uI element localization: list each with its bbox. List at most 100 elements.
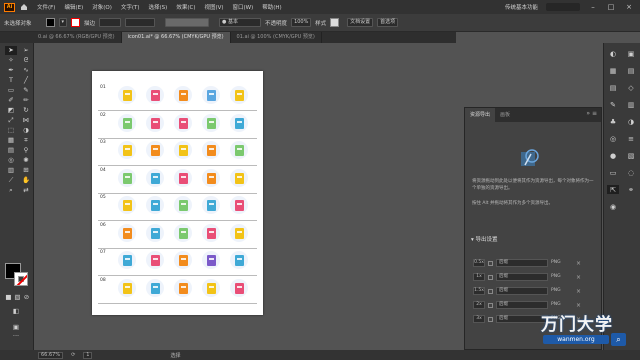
- format-dropdown[interactable]: PNG: [551, 301, 573, 309]
- fill-swatch[interactable]: [45, 18, 55, 27]
- stroke-label[interactable]: 描边: [84, 19, 95, 27]
- libraries-icon[interactable]: ▤: [625, 66, 637, 75]
- appearance-icon[interactable]: ●: [607, 151, 619, 160]
- app-icon[interactable]: [230, 141, 248, 159]
- app-icon[interactable]: [146, 86, 164, 104]
- color-panel-icon[interactable]: ◐: [607, 49, 619, 58]
- toggle-fill-stroke-icon[interactable]: ⇄: [20, 186, 32, 195]
- panel-menu-icon[interactable]: » ≡: [586, 110, 597, 117]
- eraser-icon[interactable]: ◩: [5, 106, 17, 115]
- suffix-input[interactable]: 后缀: [496, 301, 548, 309]
- app-icon[interactable]: [146, 168, 164, 187]
- app-icon[interactable]: [202, 251, 220, 269]
- maximize-icon[interactable]: □: [606, 2, 616, 12]
- menu-object[interactable]: 对象(O): [92, 3, 112, 11]
- suffix-checkbox[interactable]: [488, 316, 493, 322]
- asset-export-icon[interactable]: ⇱: [607, 185, 619, 194]
- style-label[interactable]: 样式: [315, 19, 326, 27]
- app-icon[interactable]: [230, 86, 248, 104]
- scale-dropdown[interactable]: 0.5x: [473, 259, 485, 267]
- screen-mode-icon[interactable]: ▣: [10, 323, 22, 332]
- scale-dropdown[interactable]: 3x: [473, 315, 485, 323]
- app-icon[interactable]: [202, 141, 220, 159]
- stroke-weight-dropdown[interactable]: [99, 18, 122, 27]
- shaper-tool-icon[interactable]: ✐: [5, 96, 17, 105]
- mesh-tool-icon[interactable]: ⌗: [20, 136, 32, 145]
- artboard-tool-icon[interactable]: ⊞: [20, 166, 32, 175]
- app-icon[interactable]: [230, 251, 248, 269]
- app-icon[interactable]: [202, 168, 220, 187]
- scale-tool-icon[interactable]: ⤢: [5, 116, 17, 125]
- properties-icon[interactable]: ▣: [625, 49, 637, 58]
- color-icon[interactable]: ■: [5, 293, 12, 302]
- width-tool-icon[interactable]: ⋈: [20, 116, 32, 125]
- more-tools-icon[interactable]: ···: [10, 332, 22, 341]
- app-icon[interactable]: [118, 141, 136, 159]
- stroke-icon[interactable]: ≡: [625, 134, 637, 143]
- app-icon[interactable]: [230, 196, 248, 214]
- home-icon[interactable]: [19, 2, 29, 12]
- suffix-input[interactable]: 后缀: [496, 287, 548, 295]
- transparency-icon[interactable]: ◌: [625, 168, 637, 177]
- app-icon[interactable]: [230, 113, 248, 132]
- remove-row-icon[interactable]: ×: [576, 288, 581, 295]
- tab-document-3[interactable]: 01.ai @ 100% (CMYK/GPU 预览): [231, 32, 322, 43]
- format-dropdown[interactable]: PNG: [551, 287, 573, 295]
- style-dropdown[interactable]: ● 基本: [219, 18, 262, 27]
- rotate-view-icon[interactable]: ⟳: [71, 352, 75, 358]
- suffix-checkbox[interactable]: [488, 274, 493, 280]
- symbol-sprayer-icon[interactable]: ✺: [20, 156, 32, 165]
- free-transform-icon[interactable]: ⬚: [5, 126, 17, 135]
- perspective-grid-icon[interactable]: ▦: [5, 136, 17, 145]
- scale-dropdown[interactable]: 1x: [473, 273, 485, 281]
- app-icon[interactable]: [230, 168, 248, 187]
- suffix-checkbox[interactable]: [488, 260, 493, 266]
- app-icon[interactable]: [174, 141, 192, 159]
- layers-icon[interactable]: ▭: [607, 168, 619, 177]
- app-icon[interactable]: [146, 141, 164, 159]
- app-icon[interactable]: [202, 86, 220, 104]
- pen-tool-icon[interactable]: ✒: [5, 66, 17, 75]
- gradient-icon[interactable]: ▧: [14, 293, 21, 302]
- symbols-icon[interactable]: ♣: [607, 117, 619, 126]
- graphic-style-swatch[interactable]: [330, 18, 340, 27]
- artboard-number[interactable]: 1: [83, 351, 93, 359]
- suffix-checkbox[interactable]: [488, 302, 493, 308]
- slice-tool-icon[interactable]: ⟋: [5, 176, 17, 185]
- zoom-level[interactable]: 66.67%: [38, 351, 64, 359]
- type-tool-icon[interactable]: T: [5, 76, 17, 85]
- app-icon[interactable]: [146, 113, 164, 132]
- menu-view[interactable]: 视图(V): [204, 3, 223, 11]
- stroke-color-box[interactable]: [14, 272, 28, 286]
- prefs-button[interactable]: 首选项: [377, 18, 399, 27]
- scale-dropdown[interactable]: 1.5x: [473, 287, 485, 295]
- app-icon[interactable]: [174, 113, 192, 132]
- graph-tool-icon[interactable]: ▥: [5, 166, 17, 175]
- app-icon[interactable]: [174, 168, 192, 187]
- graphic-styles-icon[interactable]: ◎: [607, 134, 619, 143]
- app-icon[interactable]: [118, 168, 136, 187]
- swatches-icon[interactable]: ▤: [607, 83, 619, 92]
- brush-dropdown[interactable]: [165, 18, 210, 27]
- zoom-tool-icon[interactable]: ⌕: [5, 186, 17, 195]
- curvature-tool-icon[interactable]: ∿: [20, 66, 32, 75]
- direct-selection-tool-icon[interactable]: ➢: [20, 46, 32, 55]
- brushes-icon[interactable]: ✎: [607, 100, 619, 109]
- transform-icon[interactable]: ◇: [625, 83, 637, 92]
- app-icon[interactable]: [202, 196, 220, 214]
- app-icon[interactable]: [174, 223, 192, 242]
- minimize-icon[interactable]: –: [588, 2, 598, 12]
- artboards-icon[interactable]: ◉: [607, 202, 619, 211]
- magic-wand-icon[interactable]: ✧: [5, 56, 17, 65]
- app-icon[interactable]: [146, 278, 164, 297]
- app-icon[interactable]: [118, 278, 136, 297]
- pencil-icon[interactable]: ✏: [20, 96, 32, 105]
- tab-asset-export[interactable]: 资源导出: [465, 108, 496, 122]
- app-icon[interactable]: [174, 251, 192, 269]
- pathfinder-icon[interactable]: ◑: [625, 117, 637, 126]
- workspace-switcher[interactable]: 传统基本功能: [505, 3, 538, 11]
- menu-edit[interactable]: 编辑(E): [64, 3, 83, 11]
- menu-effect[interactable]: 效果(C): [176, 3, 195, 11]
- artboard[interactable]: 01 02 03 04 05 06 07 08: [92, 71, 263, 315]
- remove-row-icon[interactable]: ×: [576, 260, 581, 267]
